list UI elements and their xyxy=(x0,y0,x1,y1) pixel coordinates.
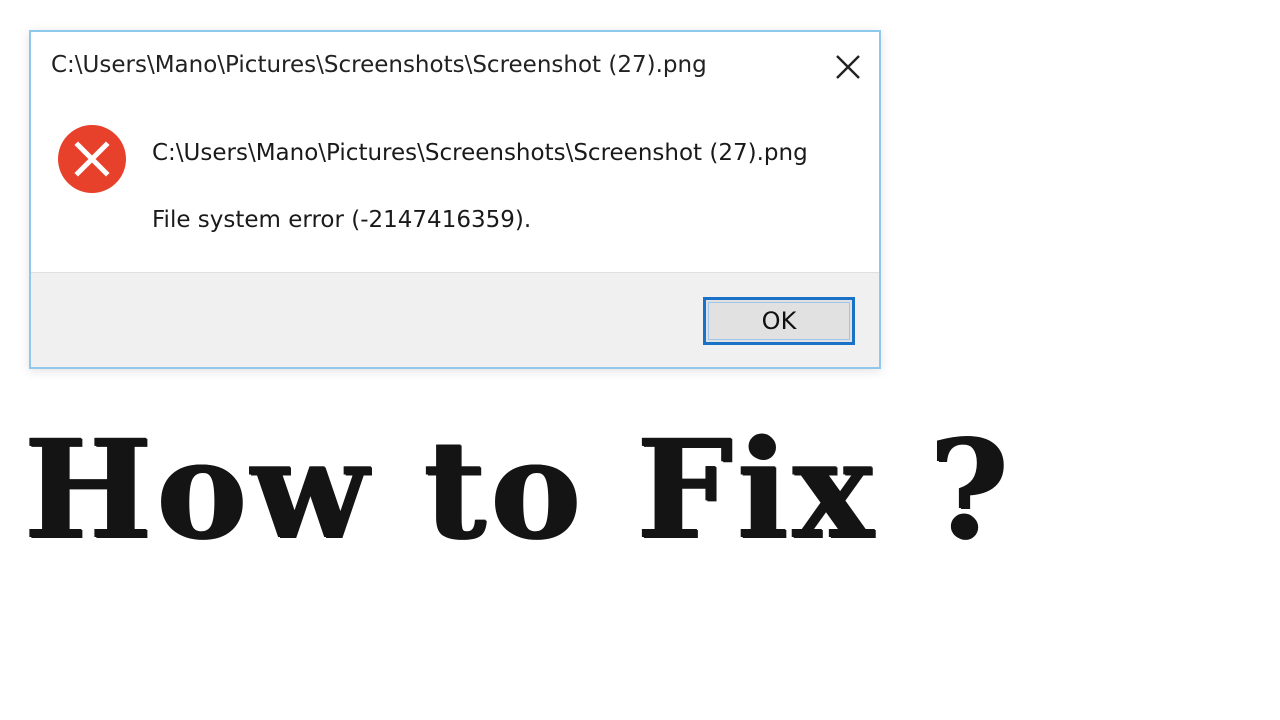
message-error: File system error (-2147416359). xyxy=(152,207,532,233)
dialog-titlebar: C:\Users\Mano\Pictures\Screenshots\Scree… xyxy=(31,32,879,104)
dialog-footer: OK xyxy=(31,272,879,367)
headline-text: How to Fix ? xyxy=(24,410,1013,570)
close-button[interactable] xyxy=(831,50,865,84)
close-icon xyxy=(836,55,860,79)
dialog-title: C:\Users\Mano\Pictures\Screenshots\Scree… xyxy=(51,52,707,78)
error-dialog: C:\Users\Mano\Pictures\Screenshots\Scree… xyxy=(29,30,881,369)
message-path: C:\Users\Mano\Pictures\Screenshots\Scree… xyxy=(152,140,808,166)
error-icon xyxy=(58,125,126,193)
ok-button[interactable]: OK xyxy=(703,297,855,345)
